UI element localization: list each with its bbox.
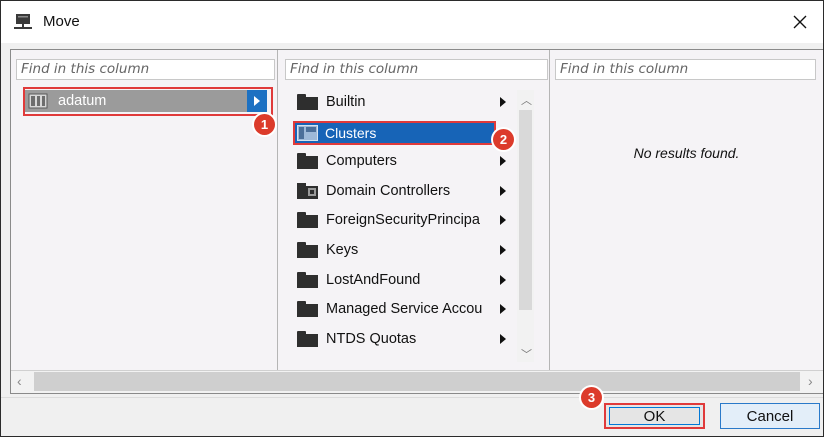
folder-icon xyxy=(297,331,318,347)
ou-icon xyxy=(297,183,318,199)
container-icon xyxy=(297,125,318,141)
expand-arrow-icon[interactable] xyxy=(500,304,506,314)
tree-item-label: adatum xyxy=(58,93,107,109)
domain-icon xyxy=(28,93,48,109)
expand-arrow-icon[interactable] xyxy=(500,334,506,344)
step-badge-3: 3 xyxy=(581,387,602,408)
folder-icon xyxy=(297,272,318,288)
list-item-label: Keys xyxy=(326,242,359,258)
list-item[interactable]: ForeignSecurityPrincipa xyxy=(297,209,507,231)
step-badge-1: 1 xyxy=(254,114,275,135)
list-item-label: Builtin xyxy=(326,94,366,110)
list-item-label: ForeignSecurityPrincipa xyxy=(326,212,480,228)
list-item-selected[interactable]: Clusters xyxy=(293,121,496,145)
folder-icon xyxy=(297,94,318,110)
folder-icon xyxy=(297,153,318,169)
list-item[interactable]: Computers xyxy=(297,150,507,172)
no-results-text: No results found. xyxy=(633,145,740,161)
scroll-right-icon[interactable]: › xyxy=(808,373,813,389)
expand-arrow-icon[interactable] xyxy=(500,97,506,107)
cancel-button[interactable]: Cancel xyxy=(720,403,820,429)
ok-button-label: OK xyxy=(643,407,666,425)
column-2-search-input[interactable]: Find in this column xyxy=(285,59,548,80)
expand-arrow-icon[interactable] xyxy=(500,245,506,255)
dialog-title: Move xyxy=(43,13,80,30)
list-item-label: NTDS Quotas xyxy=(326,331,417,347)
column-3-search-input[interactable]: Find in this column xyxy=(555,59,816,80)
step-badge-2: 2 xyxy=(493,129,514,150)
column-1: Find in this column adatum 1 xyxy=(11,50,278,370)
close-button[interactable] xyxy=(777,1,823,43)
folder-icon xyxy=(297,242,318,258)
list-item-label: Domain Controllers xyxy=(326,183,451,199)
ok-button[interactable]: OK xyxy=(604,403,705,429)
column-1-search-input[interactable]: Find in this column xyxy=(16,59,275,80)
list-item[interactable]: NTDS Quotas xyxy=(297,328,507,350)
server-tree-icon xyxy=(14,14,32,29)
list-item-label: LostAndFound xyxy=(326,272,421,288)
scroll-up-icon[interactable]: ︿ xyxy=(521,92,532,108)
title-bar: Move xyxy=(1,1,823,43)
list-item[interactable]: Managed Service Accou xyxy=(297,298,507,320)
list-item[interactable]: LostAndFound xyxy=(297,269,507,291)
column-browser: Find in this column adatum 1 Find in thi… xyxy=(10,49,823,394)
list-item-label: Clusters xyxy=(325,125,377,141)
scroll-down-icon[interactable]: ﹀ xyxy=(521,346,532,362)
column-2: Find in this column Builtin Clusters 2 C… xyxy=(278,50,550,370)
move-dialog: Move Find in this column adatum 1 Find i… xyxy=(0,0,824,437)
expand-arrow-icon[interactable] xyxy=(500,215,506,225)
footer-divider xyxy=(1,397,823,398)
column-3: Find in this column No results found. xyxy=(550,50,823,370)
list-item[interactable]: Domain Controllers xyxy=(297,180,507,202)
expand-arrow-icon[interactable] xyxy=(500,156,506,166)
list-item[interactable]: Keys xyxy=(297,239,507,261)
folder-icon xyxy=(297,212,318,228)
folder-icon xyxy=(297,301,318,317)
expand-arrow-icon[interactable] xyxy=(247,90,267,112)
list-item-label: Computers xyxy=(326,153,397,169)
scrollbar-thumb[interactable] xyxy=(34,372,800,391)
tree-item-adatum[interactable]: adatum xyxy=(24,90,267,112)
horizontal-scrollbar[interactable]: ‹ › xyxy=(11,370,823,393)
close-icon xyxy=(793,15,807,29)
list-item[interactable]: Builtin xyxy=(297,91,507,113)
cancel-button-label: Cancel xyxy=(746,407,794,425)
column-2-vertical-scrollbar[interactable]: ︿ ﹀ xyxy=(517,90,534,362)
expand-arrow-icon[interactable] xyxy=(500,186,506,196)
list-item-label: Managed Service Accou xyxy=(326,301,483,317)
scrollbar-thumb[interactable] xyxy=(519,110,532,310)
expand-arrow-icon[interactable] xyxy=(500,275,506,285)
scroll-left-icon[interactable]: ‹ xyxy=(17,373,22,389)
